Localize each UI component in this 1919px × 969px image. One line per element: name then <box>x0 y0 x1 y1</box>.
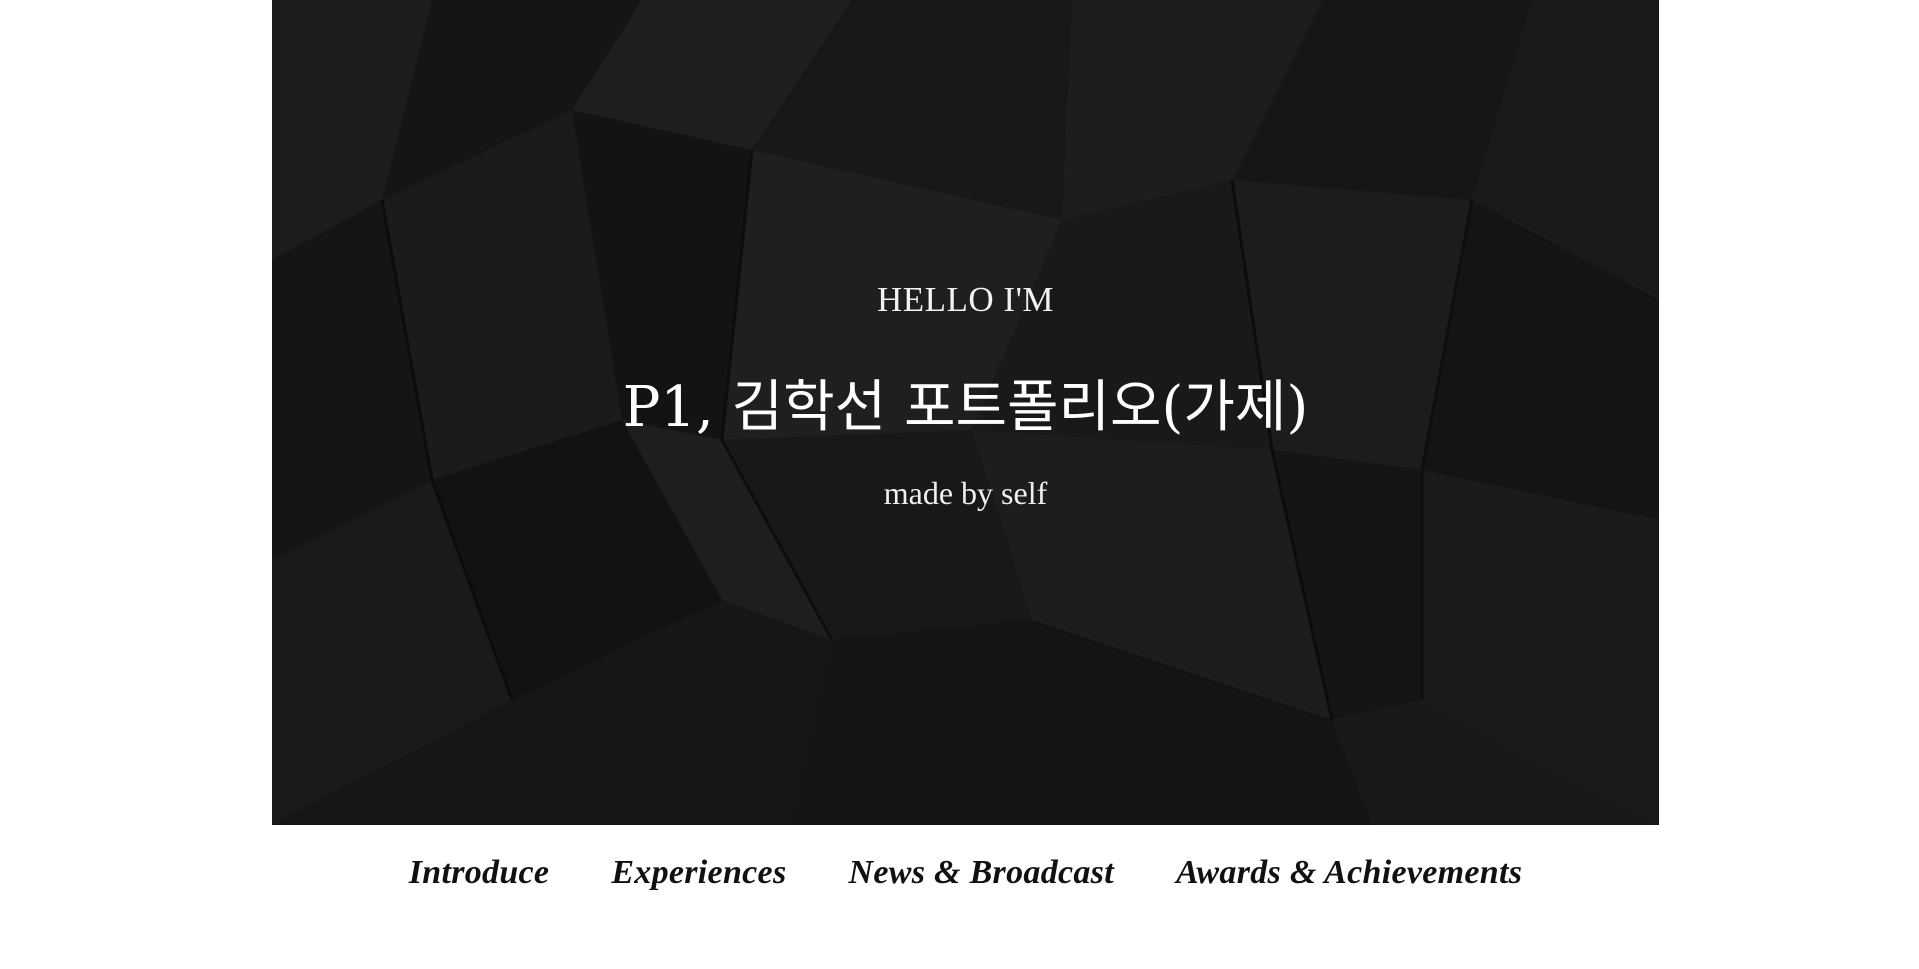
nav-link-news-broadcast[interactable]: News & Broadcast <box>848 854 1113 892</box>
nav-link-introduce[interactable]: Introduce <box>409 854 550 892</box>
nav-link-experiences[interactable]: Experiences <box>611 854 786 892</box>
nav-link-awards-achievements[interactable]: Awards & Achievements <box>1176 854 1522 892</box>
main-nav: Introduce Experiences News & Broadcast A… <box>272 825 1659 921</box>
hero-subtitle: made by self <box>883 475 1048 511</box>
hero-greeting: HELLO I'M <box>876 280 1055 319</box>
hero-banner: HELLO I'M P1, 김학선 포트폴리오(가제) made by self <box>272 0 1659 825</box>
page: HELLO I'M P1, 김학선 포트폴리오(가제) made by self… <box>0 0 1919 969</box>
hero-text: HELLO I'M P1, 김학선 포트폴리오(가제) made by self <box>272 0 1659 825</box>
hero-title: P1, 김학선 포트폴리오(가제) <box>622 375 1309 440</box>
